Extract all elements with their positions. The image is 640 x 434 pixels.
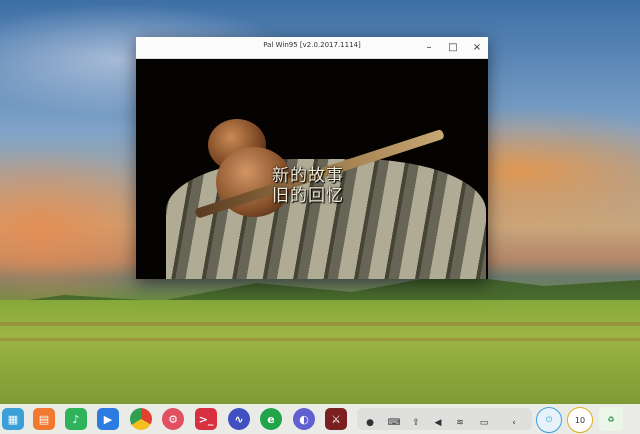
edge-icon[interactable]: e	[260, 408, 282, 430]
power-icon[interactable]: ⏻	[536, 407, 562, 433]
window-titlebar[interactable]: Pal Win95 [v2.0.2017.1114] – □ ×	[136, 37, 488, 59]
game-icon[interactable]: ⚔	[325, 408, 347, 430]
maximize-button[interactable]: □	[445, 39, 461, 55]
launcher-icon[interactable]: ▦	[2, 408, 24, 430]
keyboard-icon[interactable]: ⌨	[387, 413, 401, 433]
field-stripe	[0, 338, 640, 341]
chevron-left-icon[interactable]: ‹	[507, 413, 521, 433]
game-caption-line2: 旧的回忆	[272, 186, 344, 206]
field-stripe	[0, 322, 640, 326]
system-monitor-icon[interactable]: ∿	[228, 408, 250, 430]
terminal-icon[interactable]: >_	[195, 408, 217, 430]
battery-icon[interactable]: ▭	[477, 413, 491, 433]
volume-icon[interactable]: ◀	[431, 413, 445, 433]
music-icon[interactable]: ♪	[65, 408, 87, 430]
trash-icon[interactable]: ♻	[599, 407, 623, 431]
usb-icon[interactable]: ⇪	[409, 413, 423, 433]
settings-icon[interactable]: ⚙	[162, 408, 184, 430]
chrome-icon[interactable]	[130, 408, 152, 430]
app-store-icon[interactable]: ▤	[33, 408, 55, 430]
game-canvas[interactable]: 新的故事 旧的回忆	[136, 59, 488, 279]
video-icon[interactable]: ▶	[97, 408, 119, 430]
clock-text: 10	[574, 415, 586, 425]
pal-win95-window[interactable]: Pal Win95 [v2.0.2017.1114] – □ × 新的故事 旧的…	[136, 37, 488, 279]
clock-icon[interactable]: 10	[567, 407, 593, 433]
system-tray: ● ⌨ ⇪ ◀ ≋ ▭ ‹	[357, 408, 532, 430]
taskbar: ▦ ▤ ♪ ▶ ⚙ >_ ∿ e ◐ ⚔ ● ⌨ ⇪ ◀ ≋ ▭ ‹ ⏻ 10 …	[0, 404, 640, 434]
minimize-button[interactable]: –	[421, 39, 437, 55]
wechat-icon[interactable]: ●	[363, 413, 377, 433]
close-button[interactable]: ×	[469, 39, 485, 55]
wallpaper-field	[0, 300, 640, 404]
browser-icon[interactable]: ◐	[293, 408, 315, 430]
wifi-icon[interactable]: ≋	[453, 413, 467, 433]
